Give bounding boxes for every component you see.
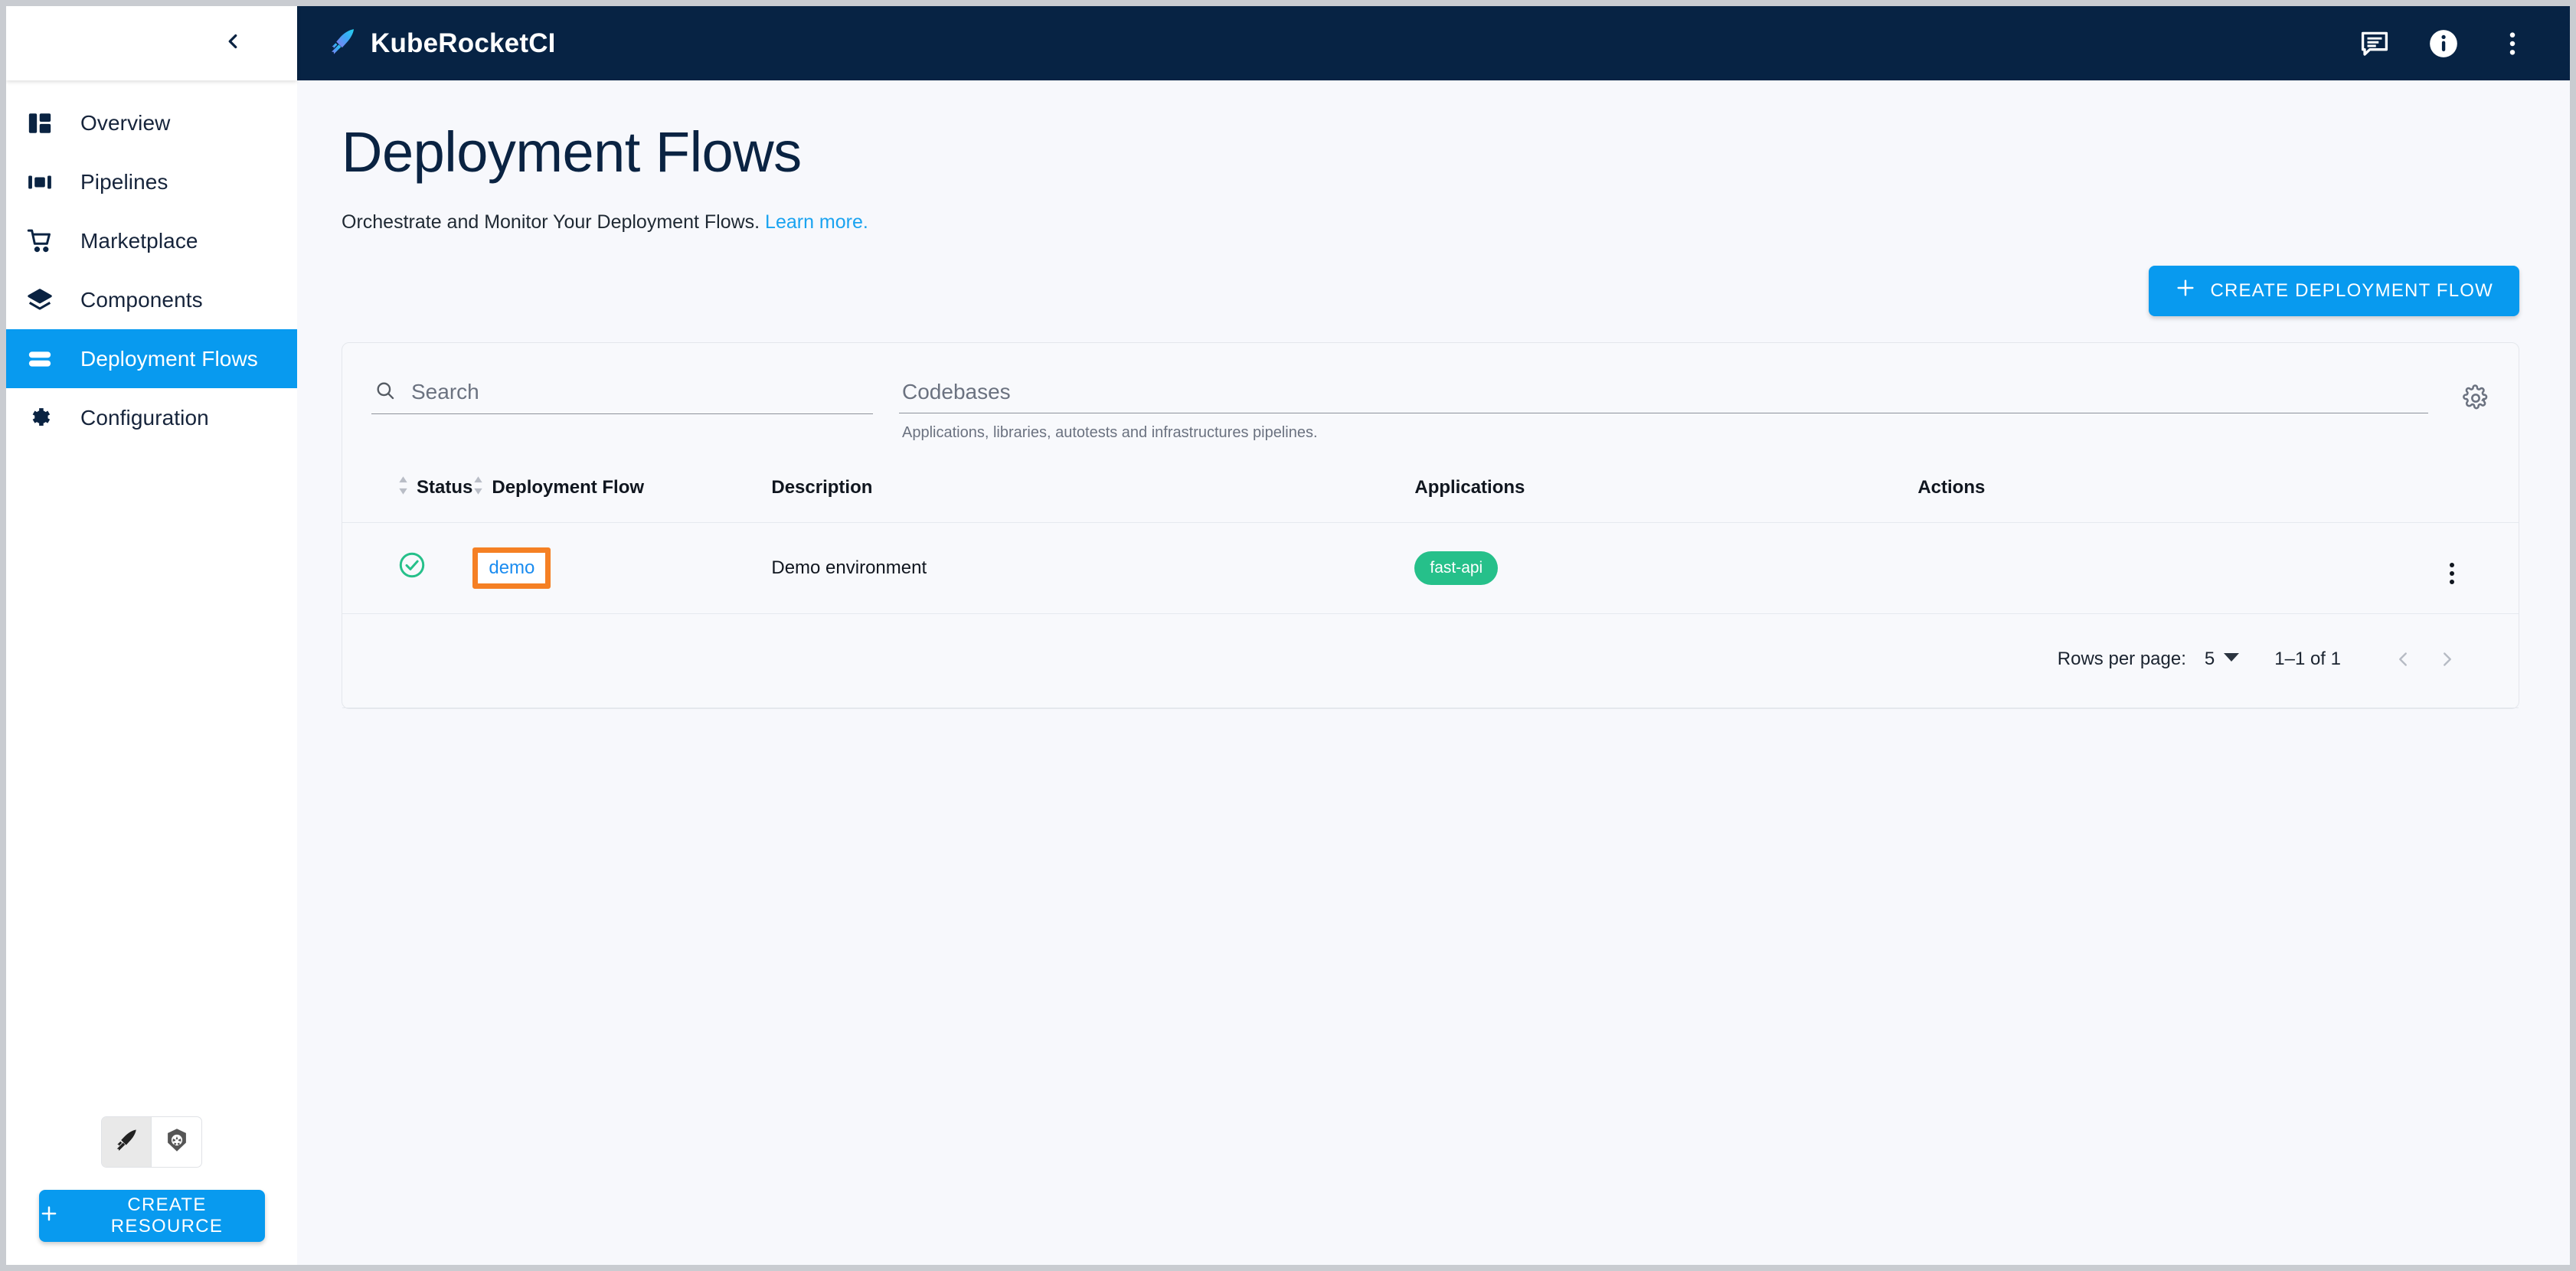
cell-deployment-flow: demo xyxy=(472,521,772,614)
create-deployment-flow-button[interactable]: CREATE DEPLOYMENT FLOW xyxy=(2149,265,2519,316)
pagination-prev-button[interactable] xyxy=(2381,637,2425,681)
rows-per-page-select[interactable]: 5 xyxy=(2204,648,2240,670)
search-icon xyxy=(374,380,396,405)
brand-title: KubeRocketCI xyxy=(371,28,556,58)
dashboard-icon xyxy=(27,110,68,136)
cell-description: Demo environment xyxy=(771,521,1415,614)
rocket-icon xyxy=(328,27,357,60)
sidebar-item-pipelines[interactable]: Pipelines xyxy=(6,152,297,211)
plus-icon xyxy=(2175,277,2196,304)
column-header-actions: Actions xyxy=(1917,475,2519,523)
kubernetes-icon-button[interactable] xyxy=(152,1117,201,1167)
kebab-menu-icon[interactable] xyxy=(2495,26,2530,61)
column-header-label: Applications xyxy=(1414,477,1525,498)
shopping-cart-icon xyxy=(27,228,68,254)
gear-icon xyxy=(27,405,68,431)
sidebar-item-components[interactable]: Components xyxy=(6,270,297,329)
sidebar-item-label: Pipelines xyxy=(80,169,168,194)
sidebar-item-label: Deployment Flows xyxy=(80,346,258,371)
check-circle-icon xyxy=(397,552,427,584)
cell-actions xyxy=(1917,521,2519,614)
column-header-label: Actions xyxy=(1917,477,1986,498)
cell-status xyxy=(342,521,473,614)
application-chip[interactable]: fast-api xyxy=(1414,551,1499,585)
table-head: Status Deployment Flow Description Appli… xyxy=(342,475,2519,523)
codebases-select[interactable]: Codebases xyxy=(899,380,2428,413)
sidebar: Overview Pipelines Marketplace Component… xyxy=(6,6,297,1265)
column-header-applications: Applications xyxy=(1414,475,1917,523)
learn-more-link[interactable]: Learn more. xyxy=(765,211,868,233)
table-body: demo Demo environment fast-api xyxy=(342,521,2519,614)
info-icon[interactable] xyxy=(2426,26,2461,61)
layers-icon xyxy=(27,287,68,313)
table-settings-button[interactable] xyxy=(2428,380,2489,416)
pipelines-icon xyxy=(27,169,68,195)
brand[interactable]: KubeRocketCI xyxy=(328,27,556,60)
table-row[interactable]: demo Demo environment fast-api xyxy=(342,521,2519,614)
search-input[interactable]: Search xyxy=(411,380,479,404)
topbar-actions xyxy=(2357,26,2530,61)
deployment-flows-icon xyxy=(27,346,68,372)
sidebar-item-marketplace[interactable]: Marketplace xyxy=(6,211,297,270)
pagination-range: 1–1 of 1 xyxy=(2274,648,2341,669)
kuberocketci-icon xyxy=(113,1127,139,1157)
sidebar-item-label: Overview xyxy=(80,110,171,135)
codebases-select-label: Codebases xyxy=(902,379,1011,404)
sidebar-item-label: Marketplace xyxy=(80,228,198,253)
main-area: KubeRocketCI Deployment Flows Orchestrat… xyxy=(297,6,2570,1265)
chevron-left-icon xyxy=(221,30,244,57)
sidebar-collapse-button[interactable] xyxy=(213,24,253,64)
kubernetes-icon xyxy=(164,1127,190,1157)
codebases-filter: Codebases Applications, libraries, autot… xyxy=(899,380,2428,442)
column-header-label: Deployment Flow xyxy=(492,477,645,498)
app-window: Overview Pipelines Marketplace Component… xyxy=(6,6,2570,1265)
sidebar-item-deployment-flows[interactable]: Deployment Flows xyxy=(6,329,297,388)
sort-icon[interactable] xyxy=(397,475,409,501)
deployment-flow-link[interactable]: demo xyxy=(489,557,534,578)
rows-per-page-value: 5 xyxy=(2204,648,2215,669)
sidebar-item-label: Configuration xyxy=(80,405,209,430)
table-header-row: Status Deployment Flow Description Appli… xyxy=(342,475,2519,523)
pagination-next-button[interactable] xyxy=(2425,637,2470,681)
create-resource-button[interactable]: CREATE RESOURCE xyxy=(38,1190,265,1242)
cluster-toggle xyxy=(101,1116,202,1168)
column-header-deployment-flow[interactable]: Deployment Flow xyxy=(472,475,771,523)
column-header-status[interactable]: Status xyxy=(342,475,472,523)
sidebar-nav: Overview Pipelines Marketplace Component… xyxy=(6,80,297,1116)
plus-icon xyxy=(39,1204,59,1229)
deployment-flow-link-highlight: demo xyxy=(472,547,551,589)
sidebar-item-label: Components xyxy=(80,287,203,312)
kuberocketci-icon-button[interactable] xyxy=(102,1117,152,1167)
chevron-down-icon xyxy=(2224,649,2240,670)
cell-applications: fast-api xyxy=(1414,521,1918,614)
column-header-label: Description xyxy=(771,477,873,498)
gear-icon xyxy=(2462,384,2489,416)
page-toolbar: CREATE DEPLOYMENT FLOW xyxy=(342,265,2519,316)
column-header-description: Description xyxy=(771,475,1414,523)
sidebar-header xyxy=(6,6,297,80)
create-resource-label: CREATE RESOURCE xyxy=(110,1194,224,1237)
chat-icon[interactable] xyxy=(2357,26,2392,61)
sidebar-footer: CREATE RESOURCE xyxy=(6,1116,297,1265)
sort-icon[interactable] xyxy=(472,475,484,501)
create-deployment-flow-label: CREATE DEPLOYMENT FLOW xyxy=(2210,279,2493,301)
filters-row: Search Codebases Applications, libraries… xyxy=(342,343,2519,442)
deployment-flows-table: Status Deployment Flow Description Appli… xyxy=(342,475,2519,614)
deployment-flows-card: Search Codebases Applications, libraries… xyxy=(342,341,2519,709)
page-content: Deployment Flows Orchestrate and Monitor… xyxy=(297,80,2570,1265)
page-subtitle: Orchestrate and Monitor Your Deployment … xyxy=(342,211,2519,234)
page-title: Deployment Flows xyxy=(342,120,802,184)
sidebar-item-overview[interactable]: Overview xyxy=(6,93,297,152)
row-actions-kebab-menu-icon[interactable] xyxy=(2450,563,2454,585)
search-field[interactable]: Search xyxy=(371,380,873,414)
column-header-label: Status xyxy=(417,477,473,498)
codebases-helper-text: Applications, libraries, autotests and i… xyxy=(902,423,1318,441)
sidebar-item-configuration[interactable]: Configuration xyxy=(6,388,297,447)
table-pagination: Rows per page: 5 1–1 of 1 xyxy=(342,614,2519,708)
rows-per-page-label: Rows per page: xyxy=(2057,648,2186,669)
page-subtitle-text: Orchestrate and Monitor Your Deployment … xyxy=(342,211,760,233)
top-bar: KubeRocketCI xyxy=(297,6,2570,80)
